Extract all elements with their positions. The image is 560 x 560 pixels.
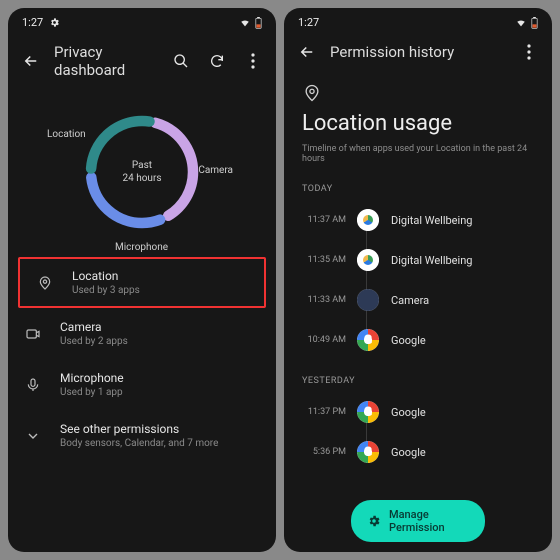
timeline-time: 10:49 AM [302, 335, 346, 345]
timeline-time: 5:36 PM [302, 447, 346, 457]
section-label-yesterday: YESTERDAY [302, 376, 534, 386]
status-bar: 1:27 [8, 8, 276, 33]
app-icon: G [357, 401, 379, 423]
privacy-dashboard-screen: 1:27 Privacy dashboard [8, 8, 276, 552]
timeline-row[interactable]: 11:37 PM G Google [302, 392, 534, 432]
fab-label: Manage Permission [389, 508, 469, 534]
timeline-time: 11:35 AM [302, 255, 346, 265]
permission-title: Location [72, 269, 140, 283]
timeline-row[interactable]: 5:36 PM G Google [302, 432, 534, 472]
refresh-icon[interactable] [208, 52, 226, 70]
location-icon [36, 274, 54, 292]
settings-gear-icon [49, 17, 60, 28]
app-name: Digital Wellbeing [391, 214, 472, 227]
app-icon [357, 249, 379, 271]
status-time: 1:27 [22, 16, 43, 29]
app-name: Camera [391, 294, 429, 307]
back-icon[interactable] [22, 52, 40, 70]
section-label-today: TODAY [302, 184, 534, 194]
donut-label-camera: Camera [198, 165, 233, 176]
timeline-time: 11:37 PM [302, 407, 346, 417]
permission-history-screen: 1:27 Permission history Location usage T… [284, 8, 552, 552]
overflow-menu-icon[interactable] [520, 43, 538, 61]
app-name: Google [391, 446, 426, 459]
app-name: Google [391, 406, 426, 419]
settings-gear-icon [367, 514, 381, 528]
page-subheading: Timeline of when apps used your Location… [302, 144, 534, 164]
permission-sub: Body sensors, Calendar, and 7 more [60, 438, 218, 449]
battery-icon [255, 17, 262, 29]
camera-icon [24, 325, 42, 343]
app-icon: G [357, 329, 379, 351]
battery-icon [531, 17, 538, 29]
status-bar: 1:27 [284, 8, 552, 33]
permission-row-location[interactable]: Location Used by 3 apps [18, 257, 266, 308]
app-icon: G [357, 441, 379, 463]
page-heading: Location usage [302, 111, 534, 136]
donut-label-location: Location [47, 129, 86, 140]
permission-row-camera[interactable]: Camera Used by 2 apps [8, 308, 276, 359]
permission-sub: Used by 3 apps [72, 285, 140, 296]
app-name: Google [391, 334, 426, 347]
wifi-icon [239, 18, 251, 28]
permission-title: Microphone [60, 371, 124, 385]
permission-title: Camera [60, 320, 128, 334]
app-bar: Privacy dashboard [8, 33, 276, 93]
location-icon [302, 83, 534, 103]
donut-center-label: Past 24 hours [123, 159, 162, 185]
manage-permission-button[interactable]: Manage Permission [351, 500, 485, 542]
permission-row-microphone[interactable]: Microphone Used by 1 app [8, 359, 276, 410]
permission-list: Location Used by 3 apps Camera Used by 2… [8, 253, 276, 465]
timeline-row[interactable]: 10:49 AM G Google [302, 320, 534, 360]
permission-sub: Used by 1 app [60, 387, 124, 398]
app-icon [357, 289, 379, 311]
donut-label-microphone: Microphone [115, 242, 168, 253]
permission-row-other[interactable]: See other permissions Body sensors, Cale… [8, 410, 276, 461]
status-time: 1:27 [298, 16, 319, 29]
overflow-menu-icon[interactable] [244, 52, 262, 70]
timeline: TODAY 11:37 AM Digital Wellbeing 11:35 AM D… [284, 168, 552, 472]
microphone-icon [24, 376, 42, 394]
app-name: Digital Wellbeing [391, 254, 472, 267]
timeline-time: 11:33 AM [302, 295, 346, 305]
expand-more-icon [24, 427, 42, 445]
timeline-time: 11:37 AM [302, 215, 346, 225]
timeline-row[interactable]: 11:33 AM Camera [302, 280, 534, 320]
app-bar: Permission history [284, 33, 552, 75]
search-icon[interactable] [172, 52, 190, 70]
page-title: Permission history [330, 43, 506, 61]
page-title: Privacy dashboard [54, 43, 158, 79]
timeline-row[interactable]: 11:35 AM Digital Wellbeing [302, 240, 534, 280]
wifi-icon [515, 18, 527, 28]
app-icon [357, 209, 379, 231]
permission-sub: Used by 2 apps [60, 336, 128, 347]
timeline-row[interactable]: 11:37 AM Digital Wellbeing [302, 200, 534, 240]
usage-donut-chart: Past 24 hours Location Camera Microphone [67, 97, 217, 247]
back-icon[interactable] [298, 43, 316, 61]
permission-title: See other permissions [60, 422, 218, 436]
